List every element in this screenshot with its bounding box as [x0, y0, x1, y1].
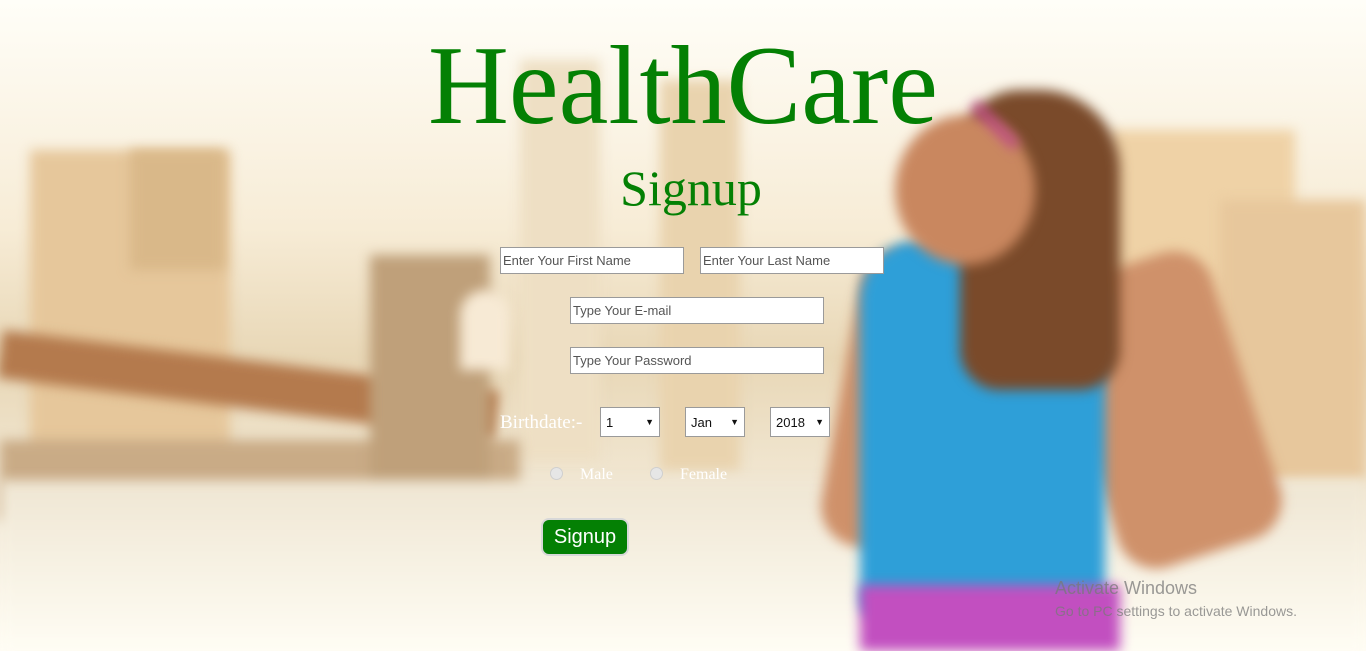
male-radio[interactable]: [550, 467, 563, 480]
brand-title: HealthCare: [428, 24, 938, 148]
last-name-input[interactable]: [700, 247, 884, 274]
activate-windows-watermark: Activate Windows Go to PC settings to ac…: [1055, 578, 1297, 619]
chevron-down-icon: ▼: [815, 417, 824, 427]
birth-day-select[interactable]: 1 ▼: [600, 407, 660, 437]
first-name-input[interactable]: [500, 247, 684, 274]
male-label: Male: [580, 466, 613, 483]
birth-year-value: 2018: [776, 414, 805, 430]
chevron-down-icon: ▼: [645, 417, 654, 427]
birth-month-value: Jan: [691, 414, 712, 430]
signup-page: HealthCare Signup Birthdate:- 1 ▼ Jan ▼ …: [0, 0, 1366, 651]
password-input[interactable]: [570, 347, 824, 374]
female-radio[interactable]: [650, 467, 663, 480]
birth-day-value: 1: [606, 414, 614, 430]
watermark-title: Activate Windows: [1055, 578, 1198, 598]
birth-year-select[interactable]: 2018 ▼: [770, 407, 830, 437]
watermark-subtitle: Go to PC settings to activate Windows.: [1055, 603, 1297, 619]
signup-button[interactable]: Signup: [541, 518, 629, 556]
birthdate-label: Birthdate:-: [500, 412, 583, 433]
form-heading: Signup: [620, 160, 762, 216]
email-input[interactable]: [570, 297, 824, 324]
birth-month-select[interactable]: Jan ▼: [685, 407, 745, 437]
female-label: Female: [680, 466, 728, 483]
chevron-down-icon: ▼: [730, 417, 739, 427]
